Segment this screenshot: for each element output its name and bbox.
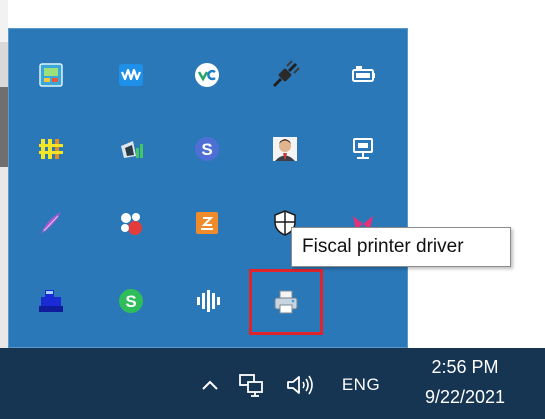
svg-text:S: S xyxy=(125,292,136,311)
color-dots-app-icon[interactable] xyxy=(108,200,154,246)
vc-app-icon[interactable] xyxy=(184,52,230,98)
volume-icon[interactable] xyxy=(282,369,318,401)
language-indicator[interactable]: ENG xyxy=(334,370,388,400)
network-monitor-icon[interactable] xyxy=(340,126,386,172)
network-icon[interactable] xyxy=(234,369,268,401)
highlight-frame xyxy=(249,269,323,335)
svg-text:S: S xyxy=(201,140,212,159)
power-plug-icon[interactable] xyxy=(262,52,308,98)
tooltip: Fiscal printer driver xyxy=(291,227,511,267)
cash-register-icon[interactable] xyxy=(28,278,74,324)
feather-app-icon[interactable] xyxy=(28,200,74,246)
waveform-app-icon[interactable] xyxy=(108,52,154,98)
s-green-app-icon[interactable]: S xyxy=(108,278,154,324)
clock[interactable]: 2:56 PM 9/22/2021 xyxy=(403,352,527,416)
background-window-edge xyxy=(0,0,8,348)
battery-charging-icon[interactable] xyxy=(340,52,386,98)
orange-app-icon[interactable] xyxy=(184,200,230,246)
monitor-tool-icon[interactable] xyxy=(28,52,74,98)
clock-date: 9/22/2021 xyxy=(424,387,506,407)
yellow-grid-app-icon[interactable] xyxy=(28,126,74,172)
flag-signal-icon[interactable] xyxy=(108,126,154,172)
user-avatar-app-icon[interactable] xyxy=(262,126,308,172)
audio-bars-app-icon[interactable] xyxy=(184,278,230,324)
chevron-up-icon[interactable] xyxy=(196,371,224,399)
clock-time: 2:56 PM xyxy=(431,357,499,377)
s-blue-app-icon[interactable]: S xyxy=(184,126,230,172)
